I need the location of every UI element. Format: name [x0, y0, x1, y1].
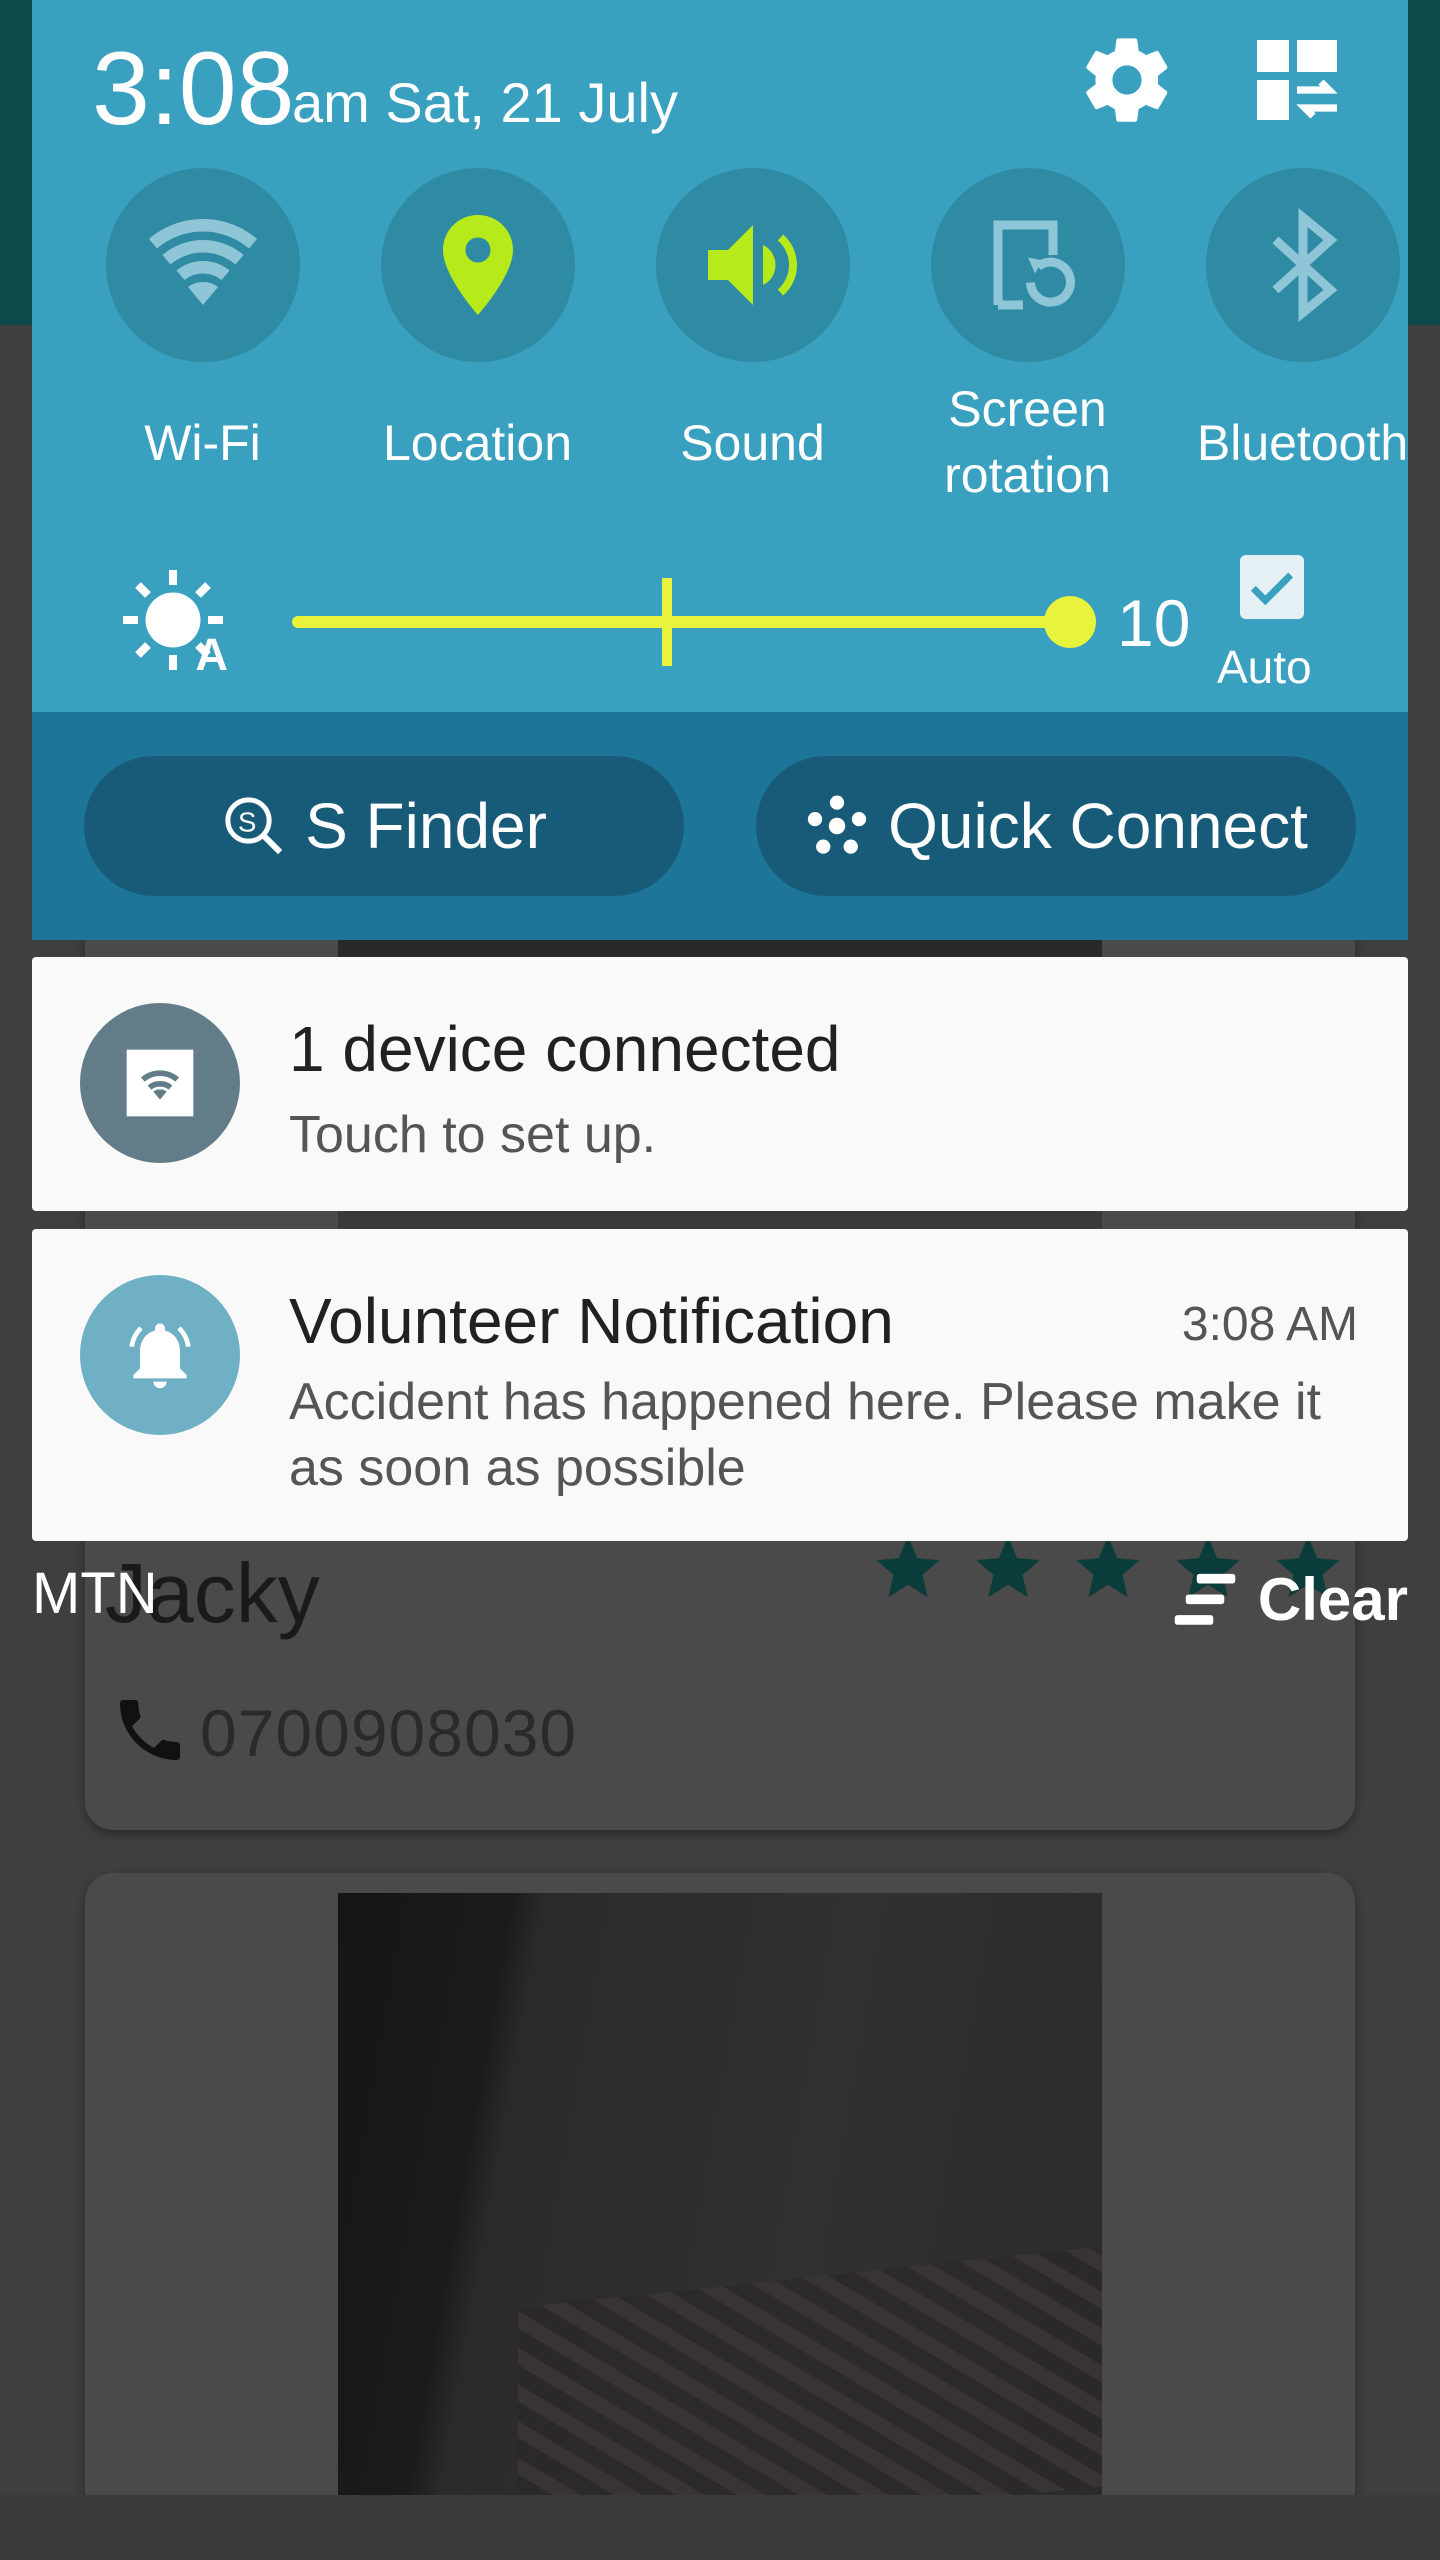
star-icon — [976, 1536, 1040, 1598]
auto-brightness-icon: A — [123, 570, 229, 675]
toggle-screen-rotation-circle[interactable] — [930, 168, 1125, 362]
toggle-bluetooth[interactable]: Bluetooth — [1165, 168, 1440, 518]
clear-label: Clear — [1257, 1566, 1408, 1633]
toggle-wifi[interactable]: Wi-Fi — [65, 168, 340, 518]
bell-icon — [129, 1323, 191, 1389]
shade-action-bar: S S Finder Quick Connect — [32, 712, 1408, 940]
s-finder-label: S Finder — [305, 790, 547, 862]
notification-title: Volunteer Notification — [289, 1285, 894, 1357]
checkmark-icon — [1250, 572, 1294, 606]
gear-icon[interactable] — [1077, 30, 1177, 130]
clear-notifications-button[interactable]: Clear — [1172, 1565, 1408, 1634]
status-date: am Sat, 21 July — [292, 71, 678, 134]
wifi-icon — [148, 219, 257, 305]
svg-text:A: A — [196, 629, 229, 675]
s-finder-search-icon: S — [225, 797, 283, 855]
toggle-label: Sound — [680, 415, 825, 471]
star-icon — [1076, 1536, 1140, 1598]
toggle-label: Location — [382, 415, 573, 471]
quick-connect-label: Quick Connect — [888, 790, 1308, 862]
svg-text:S: S — [238, 807, 256, 838]
quick-settings-toggles: Wi-Fi Location Sound Screen rotation Blu… — [32, 168, 1408, 518]
edit-quick-settings-icon[interactable] — [1247, 32, 1347, 128]
quick-connect-button[interactable]: Quick Connect — [756, 756, 1356, 896]
s-finder-button[interactable]: S S Finder — [84, 756, 684, 896]
status-time: 3:08 — [92, 31, 295, 147]
wifi-hotspot-icon — [126, 1049, 194, 1117]
toggle-location[interactable]: Location — [340, 168, 615, 518]
background-card-photo — [338, 1893, 1102, 2495]
notification-volunteer[interactable]: Volunteer Notification 3:08 AM Accident … — [32, 1229, 1408, 1541]
notification-body: Touch to set up. — [289, 1106, 657, 1164]
toggle-sound-circle[interactable] — [655, 168, 850, 362]
brightness-slider-marker — [662, 578, 672, 666]
toggle-wifi-circle[interactable] — [105, 168, 300, 362]
location-pin-icon — [442, 215, 513, 315]
speaker-icon — [707, 225, 797, 305]
toggle-bluetooth-circle[interactable] — [1205, 168, 1400, 362]
notification-shade: 3:08 am Sat, 21 July Wi-Fi Location Soun… — [32, 0, 1408, 940]
carrier-label: MTN — [32, 1561, 158, 1626]
auto-brightness-checkbox[interactable] — [1240, 555, 1304, 619]
notification-time: 3:08 AM — [1181, 1298, 1358, 1351]
notification-icon — [80, 1275, 240, 1435]
toggle-label: Wi-Fi — [144, 415, 261, 471]
background-bottom-strip — [0, 2495, 1440, 2560]
bluetooth-icon — [1271, 208, 1337, 322]
toggle-label: Screen rotation — [944, 381, 1111, 503]
star-icon — [876, 1536, 940, 1598]
background-phone-number: 0700908030 — [200, 1696, 578, 1770]
brightness-value: 10 — [1117, 586, 1191, 660]
notification-title: 1 device connected — [289, 1013, 841, 1085]
auto-brightness-label: Auto — [1217, 641, 1312, 693]
notification-device-connected[interactable]: 1 device connected Touch to set up. — [32, 957, 1408, 1211]
notification-icon — [80, 1003, 240, 1163]
toggle-label: Bluetooth — [1196, 415, 1409, 471]
quick-connect-icon — [807, 795, 867, 854]
notification-body: Accident has happened here. Please make … — [289, 1373, 1322, 1497]
clear-all-icon — [1174, 1573, 1236, 1625]
toggle-screen-rotation[interactable]: Screen rotation — [890, 168, 1165, 518]
brightness-slider-thumb[interactable] — [1044, 596, 1096, 648]
toggle-sound[interactable]: Sound — [615, 168, 890, 518]
brightness-slider[interactable] — [292, 616, 1072, 628]
toggle-location-circle[interactable] — [380, 168, 575, 362]
phone-icon — [120, 1700, 180, 1760]
screen-rotation-icon — [993, 220, 1075, 310]
